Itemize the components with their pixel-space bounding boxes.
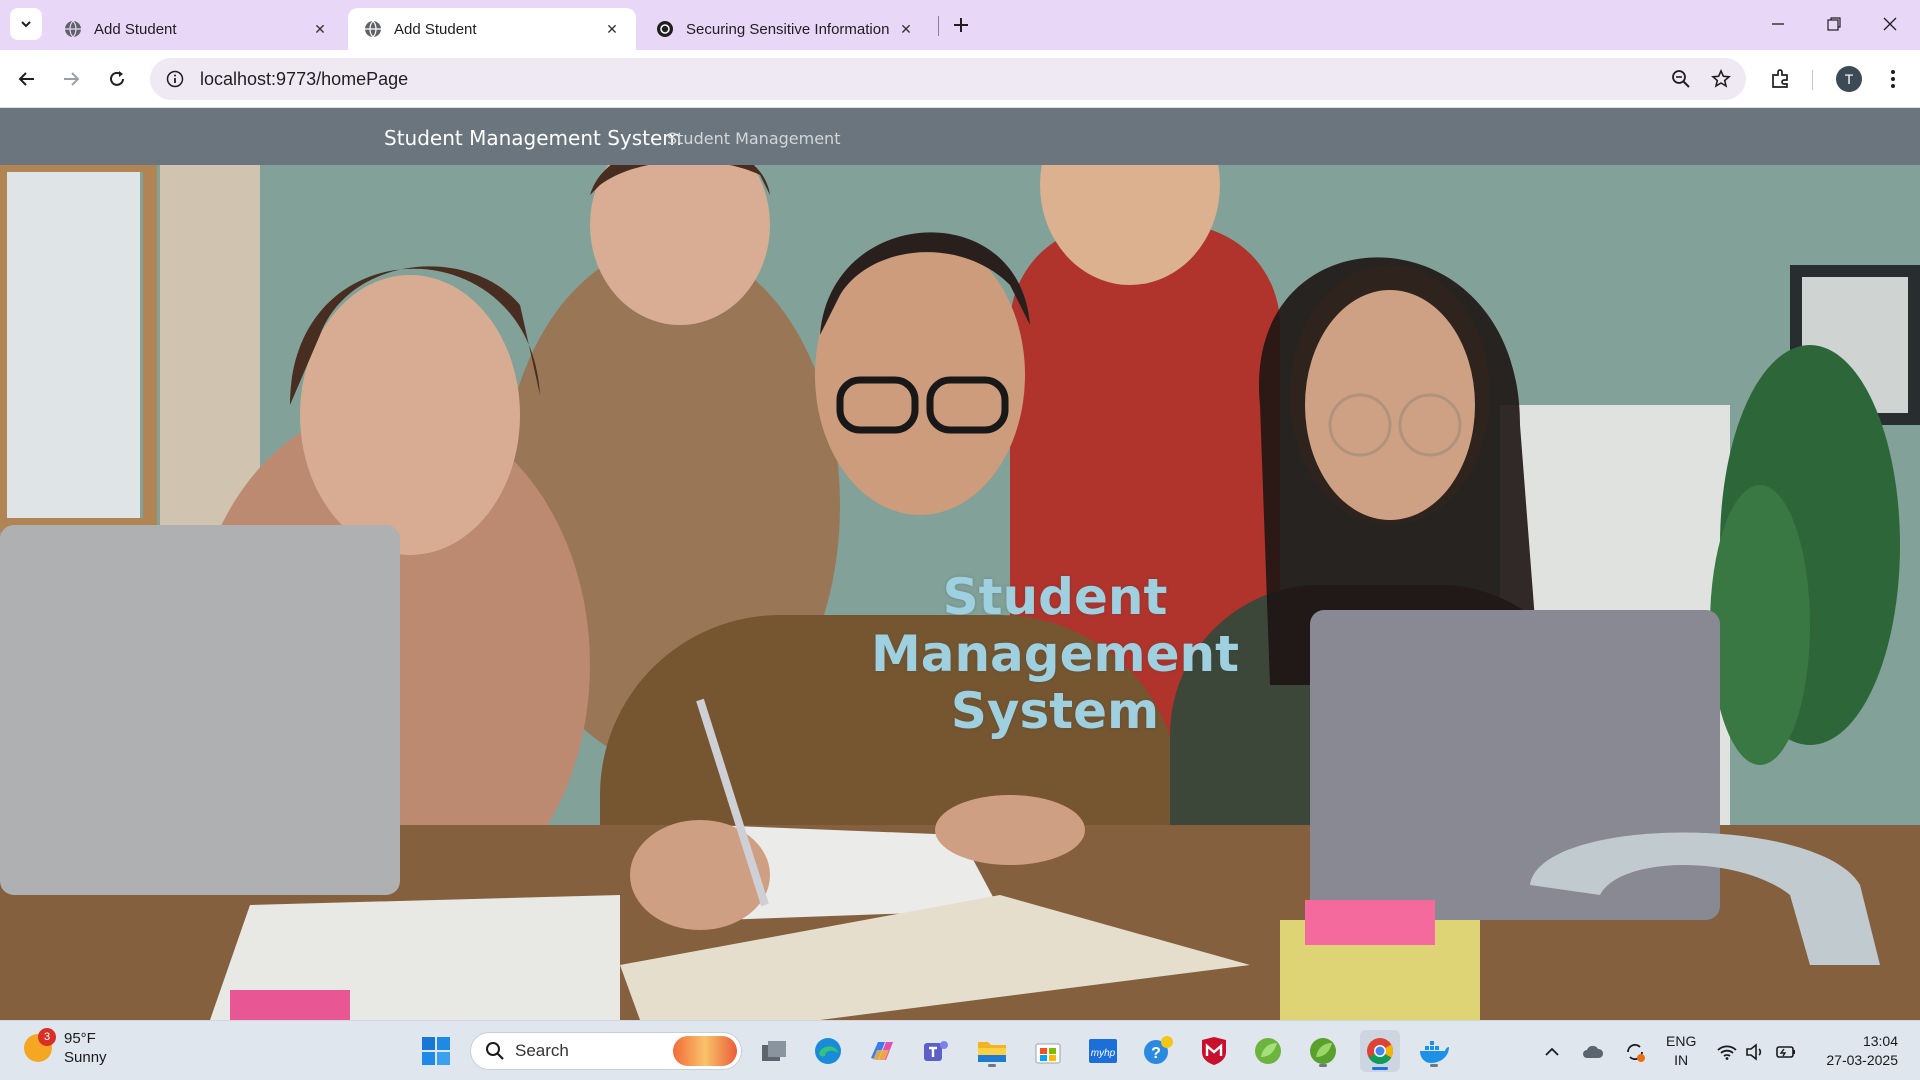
docker-icon[interactable] [1416,1033,1452,1069]
volume-icon[interactable] [1742,1037,1768,1067]
windows-taskbar: 3 95°F Sunny Search myhp ? ENG IN 13:04 … [0,1020,1920,1080]
weather-temp: 95°F [64,1030,96,1047]
browser-toolbar: localhost:9773/homePage T [0,50,1920,108]
bookmark-star-icon[interactable] [1706,64,1736,94]
browser-tab-strip: Add Student ✕ Add Student ✕ Securing Sen… [0,0,1920,50]
mcafee-icon[interactable] [1196,1033,1232,1069]
openai-icon [657,21,673,37]
browser-tab[interactable]: Add Student ✕ [48,8,344,50]
site-info-icon[interactable] [164,68,186,90]
close-tab-icon[interactable]: ✕ [602,19,622,39]
spring-tool-icon-2[interactable] [1305,1033,1341,1069]
close-tab-icon[interactable]: ✕ [896,19,916,39]
new-tab-plus-icon[interactable] [948,12,974,38]
tab-title: Add Student [94,20,177,38]
help-icon[interactable]: ? [1140,1033,1176,1069]
onedrive-cloud-icon[interactable] [1578,1037,1608,1067]
tab-title: Securing Sensitive Information [686,20,890,38]
task-view-icon[interactable] [756,1033,792,1069]
navbar-brand[interactable]: Student Management System [384,126,682,150]
toolbar-divider [1812,70,1813,90]
minimize-icon[interactable] [1764,10,1792,38]
spring-tool-icon[interactable] [1250,1033,1286,1069]
svg-text:myhp: myhp [1091,1048,1116,1059]
search-highlight-art [673,1036,737,1066]
region-code: IN [1674,1052,1689,1068]
globe-icon [365,20,381,38]
svg-text:?: ? [1151,1045,1161,1062]
file-explorer-icon[interactable] [974,1033,1010,1069]
tab-separator [938,16,939,36]
tab-search-chevron-icon[interactable] [10,8,42,40]
reload-icon[interactable] [102,64,132,94]
chrome-icon[interactable] [1360,1030,1400,1072]
tray-chevron-up-icon[interactable] [1540,1037,1564,1067]
weather-sun-icon: 3 [24,1028,56,1062]
back-arrow-icon[interactable] [12,64,42,94]
ms-store-icon[interactable] [1030,1033,1066,1069]
forward-arrow-icon[interactable] [56,64,86,94]
running-indicator [1319,1064,1327,1067]
tab-title: Add Student [394,20,477,38]
weather-condition: Sunny [64,1049,107,1066]
nav-link-student-management[interactable]: Student Management [667,129,840,148]
battery-icon[interactable] [1772,1037,1800,1067]
extensions-puzzle-icon[interactable] [1766,64,1796,94]
system-clock[interactable]: 13:04 27-03-2025 [1818,1032,1898,1070]
running-indicator-active [1372,1067,1388,1070]
sync-icon[interactable] [1620,1037,1650,1067]
hero-title: Student Management System [870,568,1240,740]
restore-icon[interactable] [1820,10,1848,38]
wifi-icon[interactable] [1714,1037,1740,1067]
language-indicator[interactable]: ENG IN [1666,1032,1696,1070]
globe-icon [65,20,81,38]
search-icon [486,1042,504,1060]
windows-start-icon[interactable] [418,1033,454,1069]
edge-icon[interactable] [810,1033,846,1069]
copilot-icon[interactable] [864,1033,900,1069]
close-tab-icon[interactable]: ✕ [310,19,330,39]
menu-kebab-icon[interactable] [1878,64,1908,94]
search-label: Search [515,1041,569,1060]
teams-icon[interactable] [918,1033,954,1069]
site-navbar: Student Management System Student Manage… [0,108,1920,165]
language-code: ENG [1666,1033,1697,1049]
weather-widget[interactable]: 3 95°F Sunny [24,1028,107,1067]
profile-avatar[interactable]: T [1836,66,1862,92]
hero-banner: Student Management System [0,165,1920,1020]
browser-tab-active[interactable]: Add Student ✕ [348,8,636,50]
myhp-icon[interactable]: myhp [1085,1033,1121,1069]
address-bar[interactable]: localhost:9773/homePage [150,58,1746,100]
running-indicator [1430,1064,1438,1067]
notification-badge: 3 [38,1028,56,1046]
url-text[interactable]: localhost:9773/homePage [200,69,1666,90]
zoom-icon[interactable] [1666,64,1696,94]
clock-date: 27-03-2025 [1826,1052,1898,1068]
taskbar-search-box[interactable]: Search [470,1032,742,1070]
browser-tab[interactable]: Securing Sensitive Information ✕ [640,8,930,50]
close-window-icon[interactable] [1876,10,1904,38]
running-indicator [988,1064,996,1067]
clock-time: 13:04 [1862,1033,1898,1049]
